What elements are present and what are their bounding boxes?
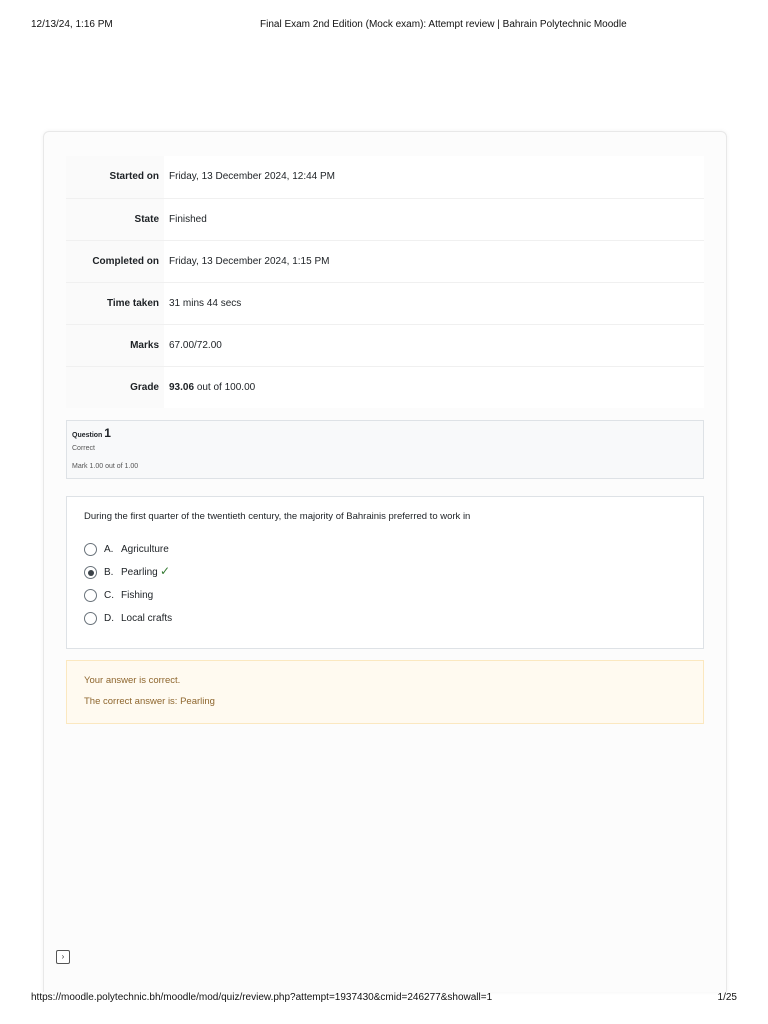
radio-button-selected[interactable] (84, 566, 97, 579)
page-url: https://moodle.polytechnic.bh/moodle/mod… (31, 992, 493, 1003)
question-number: Question 1 (72, 426, 111, 440)
print-datetime: 12/13/24, 1:16 PM (31, 19, 113, 30)
row-label: Grade (66, 366, 164, 408)
check-icon: ✓ (160, 564, 171, 578)
row-label: Marks (66, 324, 164, 366)
table-row: Grade 93.06 out of 100.00 (66, 366, 704, 408)
table-row: Marks 67.00/72.00 (66, 324, 704, 366)
question-mark: Mark 1.00 out of 1.00 (72, 463, 139, 470)
question-info: Question 1 Correct Mark 1.00 out of 1.00 (66, 420, 704, 479)
radio-button[interactable] (84, 543, 97, 556)
row-label: Started on (66, 156, 164, 198)
feedback-correct-answer: The correct answer is: Pearling (84, 696, 215, 707)
answer-letter: B. (104, 567, 114, 578)
answer-text: Fishing (121, 590, 154, 601)
question-state: Correct (72, 445, 95, 452)
page-title: Final Exam 2nd Edition (Mock exam): Atte… (260, 19, 627, 30)
question-text: During the first quarter of the twentiet… (84, 511, 471, 522)
row-value: Finished (169, 213, 207, 225)
row-label: Time taken (66, 282, 164, 324)
table-row: State Finished (66, 198, 704, 240)
answer-option-b[interactable]: B. Pearling ✓ (84, 564, 384, 581)
row-label: State (66, 198, 164, 240)
grade-suffix: out of 100.00 (196, 381, 256, 393)
question-content: During the first quarter of the twentiet… (66, 496, 704, 649)
row-value: 31 mins 44 secs (169, 297, 242, 309)
page-counter: 1/25 (717, 992, 737, 1003)
answer-text: Agriculture (121, 544, 169, 555)
question-label: Question (72, 432, 103, 439)
row-value: Friday, 13 December 2024, 12:44 PM (169, 171, 336, 183)
answer-option-a[interactable]: A. Agriculture (84, 542, 384, 558)
answer-letter: C. (104, 590, 114, 601)
answer-letter: D. (104, 613, 114, 624)
print-header: 12/13/24, 1:16 PM Final Exam 2nd Edition… (0, 19, 768, 33)
radio-button[interactable] (84, 589, 97, 602)
grade-value-cell: 93.06 out of 100.00 (164, 366, 704, 408)
table-row: Started on Friday, 13 December 2024, 12:… (66, 156, 704, 198)
row-value: 67.00/72.00 (169, 339, 222, 351)
table-row: Completed on Friday, 13 December 2024, 1… (66, 240, 704, 282)
row-label: Completed on (66, 240, 164, 282)
print-footer: https://moodle.polytechnic.bh/moodle/mod… (0, 992, 768, 1006)
question-number-value: 1 (104, 426, 111, 440)
feedback-result: Your answer is correct. (84, 675, 181, 686)
answer-text: Local crafts (121, 613, 173, 624)
answer-text: Pearling (121, 567, 158, 578)
grade-value: 93.06 (169, 381, 195, 393)
answer-option-c[interactable]: C. Fishing (84, 588, 384, 604)
answer-feedback: Your answer is correct. The correct answ… (66, 660, 704, 724)
row-value: Friday, 13 December 2024, 1:15 PM (169, 255, 330, 267)
attempt-summary-table: Started on Friday, 13 December 2024, 12:… (66, 156, 704, 408)
chevron-right-icon[interactable]: › (56, 950, 70, 964)
radio-button[interactable] (84, 612, 97, 625)
table-row: Time taken 31 mins 44 secs (66, 282, 704, 324)
answer-letter: A. (104, 544, 114, 555)
answer-option-d[interactable]: D. Local crafts (84, 611, 384, 627)
